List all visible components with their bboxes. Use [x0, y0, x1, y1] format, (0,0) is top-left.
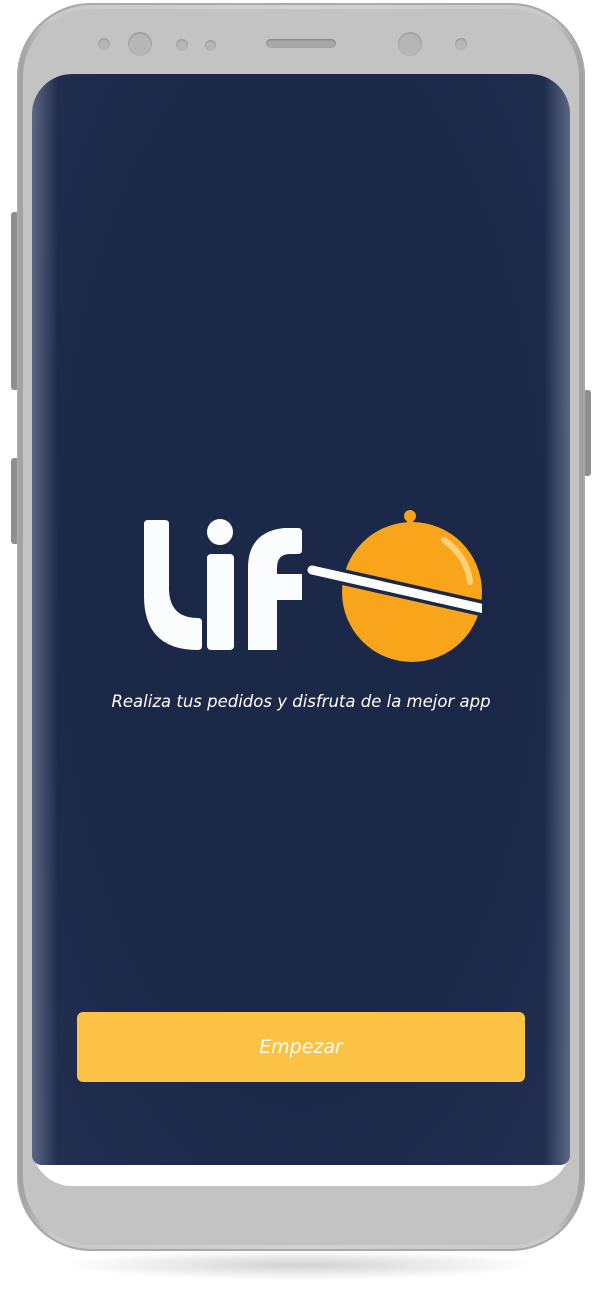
start-button[interactable]: Empezar — [77, 1012, 525, 1082]
front-sensor — [205, 40, 216, 51]
app-logo — [144, 510, 482, 662]
curved-edge-right — [544, 74, 570, 1165]
front-sensor — [98, 38, 110, 50]
earpiece-speaker — [266, 39, 336, 48]
iris-scanner — [398, 32, 422, 56]
front-sensor — [455, 38, 467, 50]
welcome-screen: Realiza tus pedidos y disfruta de la mej… — [32, 74, 570, 1165]
device-mockup: Realiza tus pedidos y disfruta de la mej… — [0, 0, 602, 1296]
logo-letter-l — [144, 520, 202, 650]
logo-letter-f — [248, 528, 302, 650]
tagline-text: Realiza tus pedidos y disfruta de la mej… — [111, 692, 491, 711]
food-cloche-icon — [304, 510, 482, 662]
front-camera — [128, 32, 152, 56]
logo-letter-i-dot — [207, 519, 233, 545]
logo-letter-i-stem — [207, 554, 234, 650]
curved-edge-left — [32, 74, 58, 1165]
front-sensor — [176, 39, 188, 51]
device-shadow — [60, 1250, 540, 1280]
